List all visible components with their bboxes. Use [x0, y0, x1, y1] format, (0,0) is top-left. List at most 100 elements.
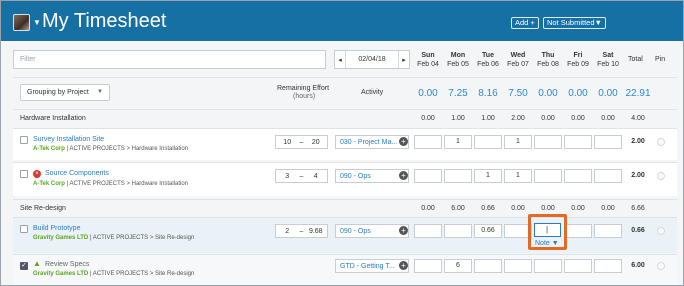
hours-cell[interactable]: [534, 259, 562, 273]
activity-select[interactable]: 090 - Ops: [335, 169, 409, 183]
hours-cell[interactable]: [594, 259, 622, 273]
hours-cell[interactable]: [564, 259, 592, 273]
day-total-sat: 0.00: [598, 88, 618, 99]
hours-cell[interactable]: [414, 224, 442, 238]
hours-cell[interactable]: [414, 135, 442, 149]
task-checkbox[interactable]: [20, 136, 28, 144]
remaining-effort-field[interactable]: 3–4: [275, 169, 328, 183]
task-link[interactable]: Build Prototype: [33, 225, 80, 232]
hours-cell[interactable]: [534, 169, 562, 183]
section-day-total: 0.00: [541, 205, 555, 212]
section-day-total: 0.00: [571, 205, 585, 212]
section-day-total: 6.00: [451, 205, 465, 212]
task-checkbox[interactable]: [20, 225, 28, 233]
hours-cell[interactable]: [564, 169, 592, 183]
plus-circle-icon[interactable]: +: [399, 226, 408, 235]
section-total: 6.66: [631, 205, 645, 212]
submission-status-dropdown[interactable]: Not Submitted▼: [543, 17, 606, 29]
day-header-wed: Wed Feb 07: [507, 52, 529, 68]
pin-column-header: Pin: [655, 56, 666, 63]
remaining-effort-field[interactable]: 2–9.68: [275, 224, 328, 238]
task-path: Gravity Games LTD | ACTIVE PROJECTS > Si…: [33, 235, 195, 241]
hours-cell[interactable]: [474, 259, 502, 273]
section-day-total: 0.00: [421, 205, 435, 212]
day-total-mon: 7.25: [448, 88, 468, 99]
hours-cell[interactable]: [564, 224, 592, 238]
plus-circle-icon[interactable]: +: [399, 171, 408, 180]
task-link[interactable]: Source Components: [45, 170, 109, 177]
hours-cell[interactable]: 1: [474, 169, 502, 183]
day-header-sun: Sun Feb 04: [417, 52, 439, 68]
task-checkbox[interactable]: [20, 170, 28, 178]
hours-cell[interactable]: 1: [504, 169, 532, 183]
activity-header: Activity: [361, 89, 384, 96]
hours-cell[interactable]: [444, 169, 472, 183]
task-path: Gravity Games LTD | ACTIVE PROJECTS > Si…: [33, 271, 195, 277]
avatar[interactable]: [13, 14, 30, 31]
date-value[interactable]: 02/04/18: [345, 51, 399, 68]
task-path: A-Tek Corp | ACTIVE PROJECTS > Hardware …: [33, 146, 188, 152]
hours-cell[interactable]: [564, 135, 592, 149]
hours-cell[interactable]: 1: [504, 135, 532, 149]
hours-cell[interactable]: [594, 169, 622, 183]
section-day-total: 0.00: [601, 205, 615, 212]
page-title: My Timesheet: [42, 10, 167, 32]
hours-cell[interactable]: 1: [444, 135, 472, 149]
pin-toggle[interactable]: [657, 172, 665, 180]
activity-select[interactable]: GTD - Getting T...: [335, 259, 409, 273]
section-day-total: 1.00: [481, 115, 495, 122]
section-total: 4.00: [631, 115, 645, 122]
hours-cell-active[interactable]: |: [534, 223, 561, 237]
warning-triangle-icon: ▲: [33, 259, 41, 268]
pin-toggle[interactable]: [657, 138, 665, 146]
grouping-dropdown[interactable]: Grouping by Project ▼: [20, 84, 110, 101]
task-checkbox-checked[interactable]: ✓: [20, 262, 28, 270]
hours-cell[interactable]: [594, 135, 622, 149]
hours-cell[interactable]: 0.66: [474, 224, 502, 238]
hours-cell[interactable]: [504, 259, 532, 273]
section-day-total: 2.00: [511, 115, 525, 122]
hours-cell[interactable]: [594, 224, 622, 238]
hours-cell[interactable]: [534, 135, 562, 149]
plus-circle-icon[interactable]: +: [399, 137, 408, 146]
row-total: 6.00: [631, 262, 645, 269]
pin-toggle[interactable]: [657, 262, 665, 270]
row-total: 2.00: [631, 172, 645, 179]
remaining-effort-header: Remaining Effort: [277, 85, 330, 92]
next-week-arrow-icon[interactable]: ▸: [399, 56, 409, 64]
remaining-effort-field[interactable]: 10–20: [275, 135, 328, 149]
section-label: Hardware Installation: [20, 115, 86, 122]
plus-circle-icon[interactable]: +: [399, 261, 408, 270]
day-total-wed: 7.50: [508, 88, 528, 99]
pin-toggle[interactable]: [657, 227, 665, 235]
section-label: Site Re-design: [20, 205, 66, 212]
hours-cell[interactable]: [414, 169, 442, 183]
day-total-tue: 8.16: [478, 88, 498, 99]
add-button[interactable]: Add +: [511, 17, 539, 29]
activity-select[interactable]: 090 - Ops: [335, 224, 409, 238]
hours-cell[interactable]: [414, 259, 442, 273]
day-header-tue: Tue Feb 06: [477, 52, 499, 68]
day-header-sat: Sat Feb 10: [597, 52, 619, 68]
note-dropdown[interactable]: Note ▼: [535, 240, 559, 247]
section-day-total: 0.00: [541, 115, 555, 122]
day-header-fri: Fri Feb 09: [567, 52, 589, 68]
hours-cell[interactable]: [474, 135, 502, 149]
activity-select[interactable]: 030 - Project Ma...: [335, 135, 409, 149]
day-total-fri: 0.00: [568, 88, 588, 99]
timesheet-window: ▼ My Timesheet Add + Not Submitted▼ Filt…: [0, 0, 684, 286]
date-picker: ◂ 02/04/18 ▸: [334, 50, 410, 69]
hours-cell[interactable]: 6: [444, 259, 472, 273]
row-total: 0.66: [631, 227, 645, 234]
row-total: 2.00: [631, 138, 645, 145]
hours-cell[interactable]: [444, 224, 472, 238]
section-day-total: 0.00: [421, 115, 435, 122]
filter-input[interactable]: Filter: [13, 50, 326, 69]
grand-total: 22.91: [625, 88, 651, 99]
task-link[interactable]: Survey Installation Site: [33, 136, 104, 143]
chevron-down-icon[interactable]: ▼: [33, 18, 41, 27]
prev-week-arrow-icon[interactable]: ◂: [335, 56, 345, 64]
task-link[interactable]: Review Specs: [45, 261, 89, 268]
section-day-total: 1.00: [451, 115, 465, 122]
day-total-sun: 0.00: [418, 88, 438, 99]
